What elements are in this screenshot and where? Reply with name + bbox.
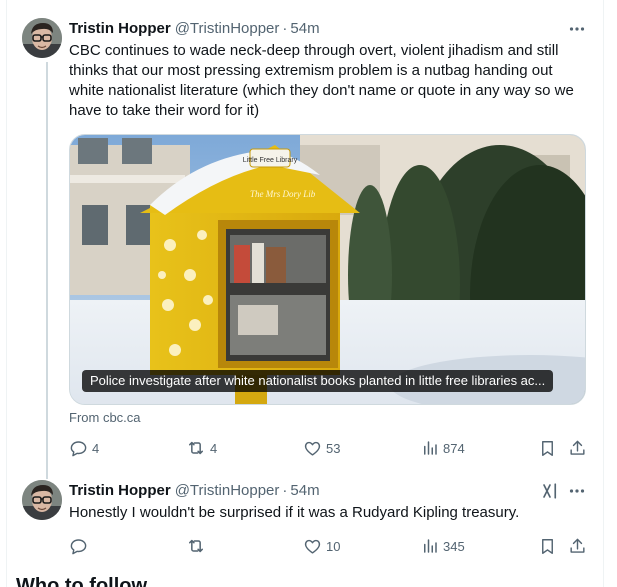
- avatar-image: [22, 480, 62, 520]
- author-handle[interactable]: @TristinHopper: [175, 482, 280, 499]
- bookmark-icon: [542, 538, 553, 554]
- tweet-text: CBC continues to wade neck-deep through …: [69, 42, 574, 119]
- timestamp[interactable]: 54m: [290, 482, 319, 499]
- card-image: Little Free Library The Mrs Dory Lib: [70, 135, 585, 404]
- who-to-follow-heading: Who to follow: [16, 575, 148, 587]
- thread-connector: [46, 62, 48, 479]
- avatar[interactable]: [22, 480, 62, 520]
- tweet-header: Tristin Hopper @TristinHopper · 54m: [69, 20, 320, 37]
- views-button[interactable]: 874: [421, 438, 465, 458]
- author-name[interactable]: Tristin Hopper: [69, 482, 171, 499]
- author-name[interactable]: Tristin Hopper: [69, 20, 171, 37]
- tweet-header: Tristin Hopper @TristinHopper · 54m: [69, 482, 320, 499]
- like-button[interactable]: 53: [303, 438, 340, 458]
- reply-icon: [70, 538, 87, 554]
- avatar[interactable]: [22, 18, 62, 58]
- timeline: Tristin Hopper @TristinHopper · 54m CBC …: [6, 0, 604, 587]
- sign-text: Little Free Library: [243, 157, 298, 164]
- link-card[interactable]: Little Free Library The Mrs Dory Lib Pol…: [69, 134, 586, 405]
- views-icon: [424, 441, 437, 455]
- more-horizontal-icon: [569, 27, 585, 31]
- timestamp[interactable]: 54m: [290, 20, 319, 37]
- share-icon: [570, 440, 585, 455]
- repost-icon: [189, 539, 203, 553]
- repost-button[interactable]: [186, 536, 210, 556]
- author-handle[interactable]: @TristinHopper: [175, 20, 280, 37]
- separator: ·: [282, 482, 288, 499]
- like-icon: [304, 441, 321, 456]
- box-text: The Mrs Dory Lib: [250, 189, 316, 199]
- views-button[interactable]: 345: [421, 536, 465, 556]
- share-button[interactable]: [568, 438, 587, 458]
- reply-button[interactable]: [69, 536, 92, 556]
- reply-count: 4: [92, 440, 100, 456]
- like-icon: [304, 539, 321, 554]
- views-icon: [424, 539, 437, 553]
- separator: ·: [282, 20, 288, 37]
- view-count: 874: [443, 440, 465, 456]
- like-count: 53: [326, 440, 341, 456]
- bookmark-icon: [542, 440, 553, 456]
- card-caption: Police investigate after white nationali…: [82, 370, 554, 392]
- share-icon: [570, 538, 585, 553]
- grok-button[interactable]: [540, 481, 560, 501]
- repost-count: 4: [210, 440, 218, 456]
- more-horizontal-icon: [569, 489, 585, 493]
- repost-icon: [189, 441, 203, 455]
- reply-icon: [70, 440, 87, 456]
- view-count: 345: [443, 538, 465, 554]
- share-button[interactable]: [568, 536, 587, 556]
- tweet-actions: 10 345: [69, 536, 586, 556]
- like-count: 10: [326, 538, 341, 554]
- tweet-actions: 4 4 53 874: [69, 438, 586, 458]
- more-options-button[interactable]: [567, 481, 587, 501]
- tweet-text: Honestly I wouldn't be surprised if it w…: [69, 504, 520, 521]
- bookmark-button[interactable]: [538, 536, 557, 556]
- more-options-button[interactable]: [567, 19, 587, 39]
- card-source[interactable]: From cbc.ca: [69, 410, 141, 425]
- grok-icon: [543, 483, 557, 499]
- bookmark-button[interactable]: [538, 438, 557, 458]
- reply-button[interactable]: 4: [69, 438, 99, 458]
- avatar-image: [22, 18, 62, 58]
- repost-button[interactable]: 4: [186, 438, 217, 458]
- like-button[interactable]: 10: [303, 536, 340, 556]
